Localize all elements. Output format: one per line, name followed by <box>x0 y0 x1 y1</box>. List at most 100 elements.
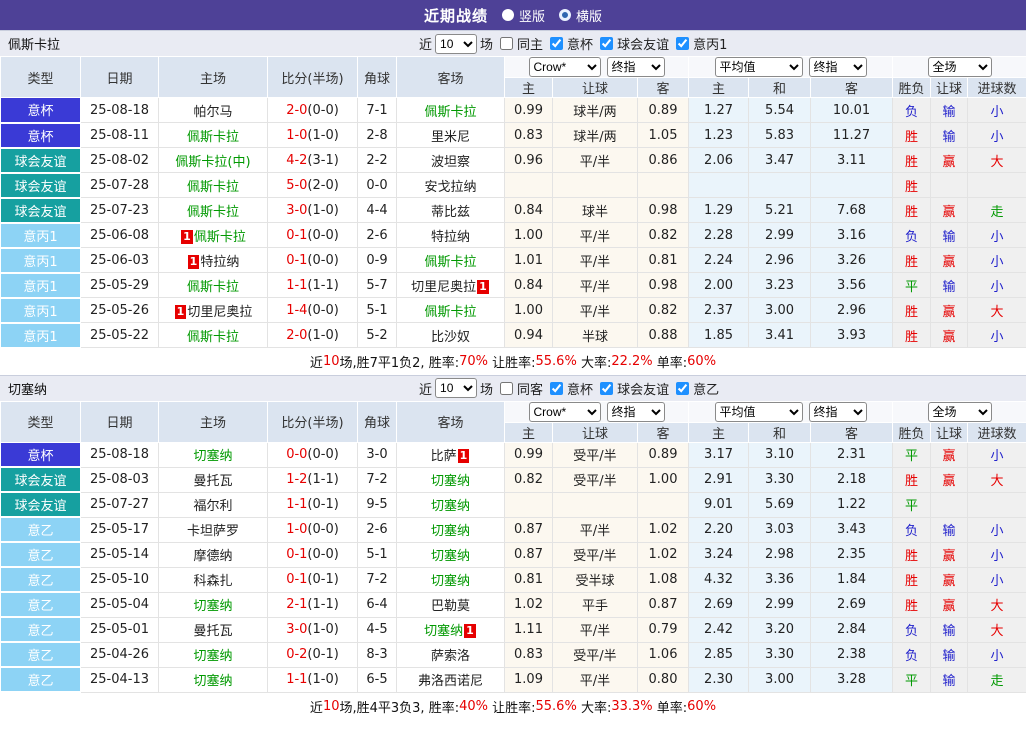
column-subheader: 让球 <box>931 78 968 98</box>
avg-draw: 3.23 <box>749 273 811 298</box>
league-filter-checkbox[interactable] <box>550 382 563 395</box>
summary-text: 60% <box>687 354 716 369</box>
team-name-text: 比沙奴 <box>431 330 470 345</box>
score-cell: 3-0(1-0) <box>268 617 358 642</box>
team-name-text: 福尔利 <box>193 499 232 514</box>
team-name-text: 蒂比兹 <box>431 205 470 220</box>
odds-handicap: 平/半 <box>553 517 638 542</box>
result-handicap: 赢 <box>931 467 968 492</box>
result-text: 输 <box>943 524 956 539</box>
avg-away: 11.27 <box>811 123 893 148</box>
summary-text: 让胜率: <box>488 352 536 371</box>
odds-view-select[interactable]: 全场 <box>928 57 992 77</box>
odds-handicap: 平/半 <box>553 617 638 642</box>
match-date: 25-04-13 <box>81 667 159 692</box>
result-text: 平 <box>905 499 918 514</box>
result-text: 赢 <box>943 474 956 489</box>
avg-home: 2.24 <box>689 248 749 273</box>
full-score: 1-1 <box>286 672 307 687</box>
avg-draw: 2.99 <box>749 592 811 617</box>
odds-handicap: 平手 <box>553 592 638 617</box>
same-venue-checkbox[interactable] <box>500 37 513 50</box>
match-type-badge: 球会友谊 <box>1 198 81 223</box>
result-handicap <box>931 173 968 198</box>
league-filter-label: 意丙1 <box>693 34 727 53</box>
match-row: 意乙25-05-17卡坦萨罗1-0(0-0)2-6切塞纳0.87平/半1.022… <box>1 517 1026 542</box>
result-text: 平 <box>905 280 918 295</box>
avg-away: 2.69 <box>811 592 893 617</box>
odds-handicap: 受平/半 <box>553 542 638 567</box>
result-text: 负 <box>905 649 918 664</box>
match-date: 25-08-18 <box>81 442 159 467</box>
team-name-text: 切里尼奥拉 <box>187 305 252 320</box>
odds-view-select[interactable]: 终指 <box>809 57 867 77</box>
odds-away: 0.80 <box>638 667 689 692</box>
column-header: 主场 <box>159 57 268 98</box>
away-team-cell: 切里尼奥拉1 <box>397 273 505 298</box>
odds-view-select[interactable]: 终指 <box>607 402 665 422</box>
team-name-text: 佩斯卡拉 <box>424 255 476 270</box>
league-filter-checkbox[interactable] <box>550 37 563 50</box>
avg-away: 3.11 <box>811 148 893 173</box>
odds-view-select[interactable]: 终指 <box>809 402 867 422</box>
recent-count-select[interactable]: 10 <box>435 378 477 398</box>
column-subheader: 客 <box>811 422 893 442</box>
league-filter-checkbox[interactable] <box>600 382 613 395</box>
avg-away <box>811 173 893 198</box>
avg-draw: 3.00 <box>749 298 811 323</box>
result-handicap: 输 <box>931 98 968 123</box>
same-venue-checkbox[interactable] <box>500 382 513 395</box>
result-outcome: 负 <box>893 517 931 542</box>
radio-vertical-layout[interactable]: 竖版 <box>502 6 545 25</box>
team-name-text: 摩德纳 <box>193 549 232 564</box>
full-score: 3-0 <box>286 622 307 637</box>
avg-draw: 2.99 <box>749 223 811 248</box>
match-filters: 近10场同主意杯球会友谊意丙1 <box>418 31 728 56</box>
recent-count-select[interactable]: 10 <box>435 34 477 54</box>
results-table: 类型日期主场比分(半场)角球客场Crow*终指平均值终指全场主让球客主和客胜负让… <box>0 56 1026 349</box>
summary-text: 单率: <box>653 352 688 371</box>
odds-home: 0.87 <box>505 517 553 542</box>
summary-text: 近 <box>310 697 323 716</box>
odds-view-select[interactable]: 全场 <box>928 402 992 422</box>
avg-draw: 3.10 <box>749 442 811 467</box>
column-header: 日期 <box>81 57 159 98</box>
odds-home: 1.02 <box>505 592 553 617</box>
section-summary: 近10场,胜7平1负2, 胜率:70% 让胜率:55.6% 大率:22.2% 单… <box>0 349 1026 375</box>
odds-view-select[interactable]: 平均值 <box>715 57 803 77</box>
league-filter-checkbox[interactable] <box>676 37 689 50</box>
odds-view-select[interactable]: 终指 <box>607 57 665 77</box>
odds-view-select[interactable]: Crow* <box>529 57 601 77</box>
summary-text: 大率: <box>577 352 612 371</box>
column-header: 日期 <box>81 401 159 442</box>
league-filter-checkbox[interactable] <box>600 37 613 50</box>
match-filters: 近10场同客意杯球会友谊意乙 <box>418 376 720 401</box>
result-text: 大 <box>991 305 1004 320</box>
league-filter-checkbox[interactable] <box>676 382 689 395</box>
team-name-text: 切里尼奥拉 <box>411 280 476 295</box>
result-outcome: 胜 <box>893 467 931 492</box>
odds-away: 0.86 <box>638 148 689 173</box>
odds-view-select[interactable]: Crow* <box>529 402 601 422</box>
column-header: 主场 <box>159 401 268 442</box>
odds-home: 1.11 <box>505 617 553 642</box>
team-name-text: 佩斯卡拉 <box>187 280 239 295</box>
home-team-cell: 1特拉纳 <box>159 248 268 273</box>
radio-horizontal-layout[interactable]: 横版 <box>559 6 602 25</box>
avg-home: 2.00 <box>689 273 749 298</box>
team-name-text: 切塞纳 <box>193 674 232 689</box>
score-cell: 1-2(1-1) <box>268 467 358 492</box>
odds-view-select[interactable]: 平均值 <box>715 402 803 422</box>
odds-handicap: 受平/半 <box>553 442 638 467</box>
league-filter-label: 球会友谊 <box>617 379 669 398</box>
result-outcome: 平 <box>893 492 931 517</box>
match-type-badge: 球会友谊 <box>1 148 81 173</box>
away-team-cell: 佩斯卡拉 <box>397 98 505 123</box>
match-date: 25-05-29 <box>81 273 159 298</box>
score-cell: 0-1(0-0) <box>268 542 358 567</box>
away-team-cell: 蒂比兹 <box>397 198 505 223</box>
match-row: 意杯25-08-18帕尔马2-0(0-0)7-1佩斯卡拉0.99球半/两0.89… <box>1 98 1026 123</box>
avg-away: 2.35 <box>811 542 893 567</box>
result-outcome: 胜 <box>893 542 931 567</box>
avg-draw: 3.03 <box>749 517 811 542</box>
